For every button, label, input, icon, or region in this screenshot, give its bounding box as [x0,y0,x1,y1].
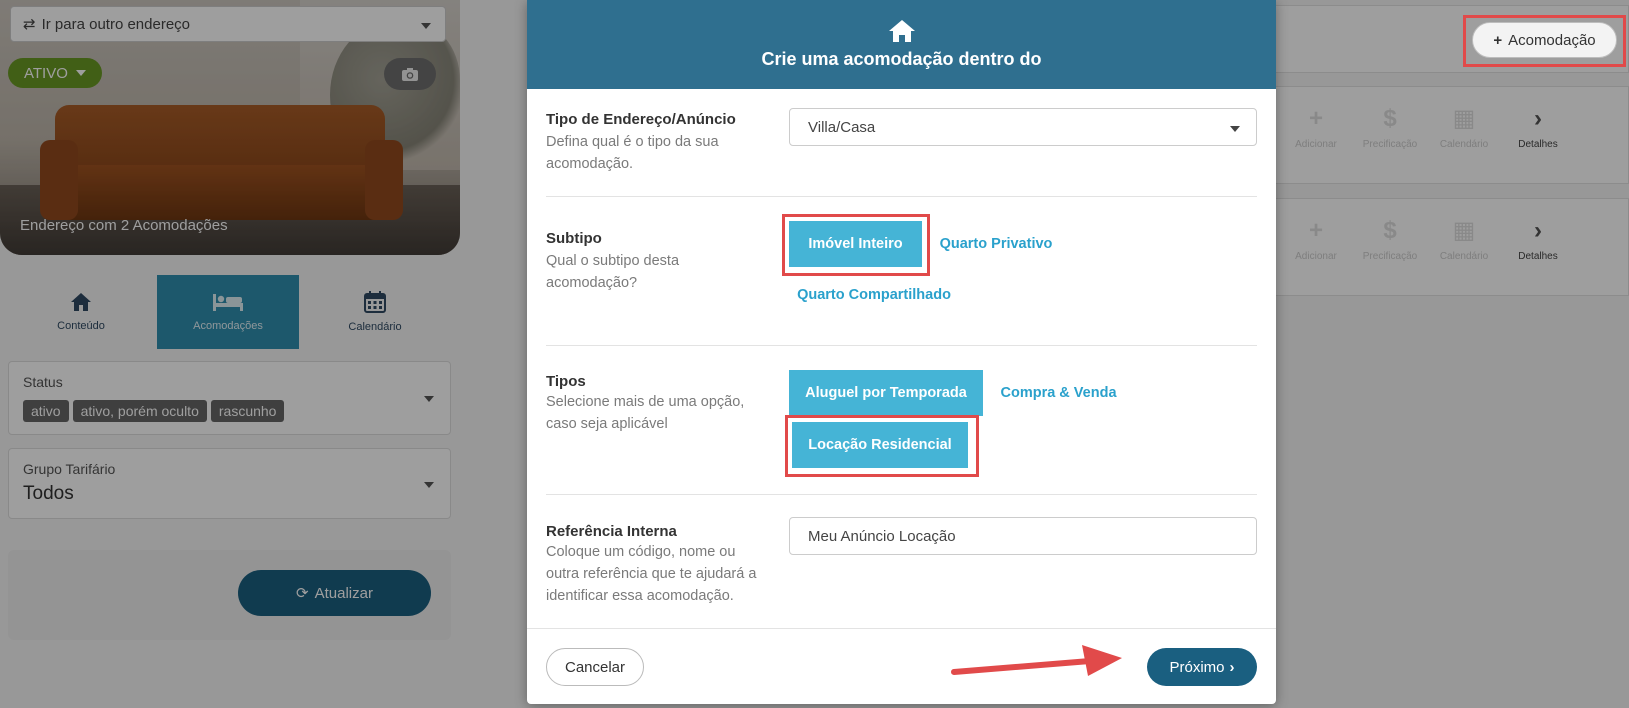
tipo-endereco-select[interactable]: Villa/Casa [789,108,1257,146]
subtipo-title: Subtipo [546,230,602,247]
tipos-title: Tipos [546,373,586,390]
highlight-box [782,214,930,276]
next-button-label: Próximo [1169,658,1225,676]
home-icon [888,20,915,42]
cancel-button[interactable]: Cancelar [546,648,644,686]
tipo-endereco-description: Defina qual é o tipo da sua acomodação. [546,134,719,172]
referencia-description: Coloque um código, nome ou outra referên… [546,544,757,604]
chevron-right-icon: › [1229,658,1235,676]
highlight-box [785,415,979,477]
modal-header: Crie uma acomodação dentro do [527,0,1276,89]
section-referencia: Referência Interna Coloque um código, no… [546,495,1257,628]
create-accommodation-modal: Crie uma acomodação dentro do Tipo de En… [527,0,1276,704]
highlight-box [1463,15,1626,67]
annotation-arrow-icon [951,645,1122,676]
chevron-down-icon [1230,126,1240,132]
tipos-description: Selecione mais de uma opção, caso seja a… [546,394,745,432]
subtipo-description: Qual o subtipo desta acomodação? [546,253,680,291]
section-subtipo: Subtipo Qual o subtipo desta acomodação?… [546,197,1257,346]
subtipo-option-quarto-compartilhado[interactable]: Quarto Compartilhado [789,272,959,318]
subtipo-option-quarto-privativo[interactable]: Quarto Privativo [931,221,1061,267]
tipos-option-compra-venda[interactable]: Compra & Venda [986,370,1131,416]
tipo-endereco-title: Tipo de Endereço/Anúncio [546,111,736,128]
section-tipos: Tipos Selecione mais de uma opção, caso … [546,346,1257,495]
referencia-value: Meu Anúncio Locação [808,528,956,545]
referencia-input[interactable]: Meu Anúncio Locação [789,517,1257,555]
section-tipo-endereco: Tipo de Endereço/Anúncio Defina qual é o… [546,89,1257,197]
modal-title: Crie uma acomodação dentro do [761,49,1042,69]
modal-footer: Cancelar Próximo › [527,628,1276,704]
next-button[interactable]: Próximo › [1147,648,1257,686]
tipo-endereco-value: Villa/Casa [808,119,876,136]
referencia-title: Referência Interna [546,523,677,540]
tipos-option-aluguel-temporada[interactable]: Aluguel por Temporada [789,370,983,416]
